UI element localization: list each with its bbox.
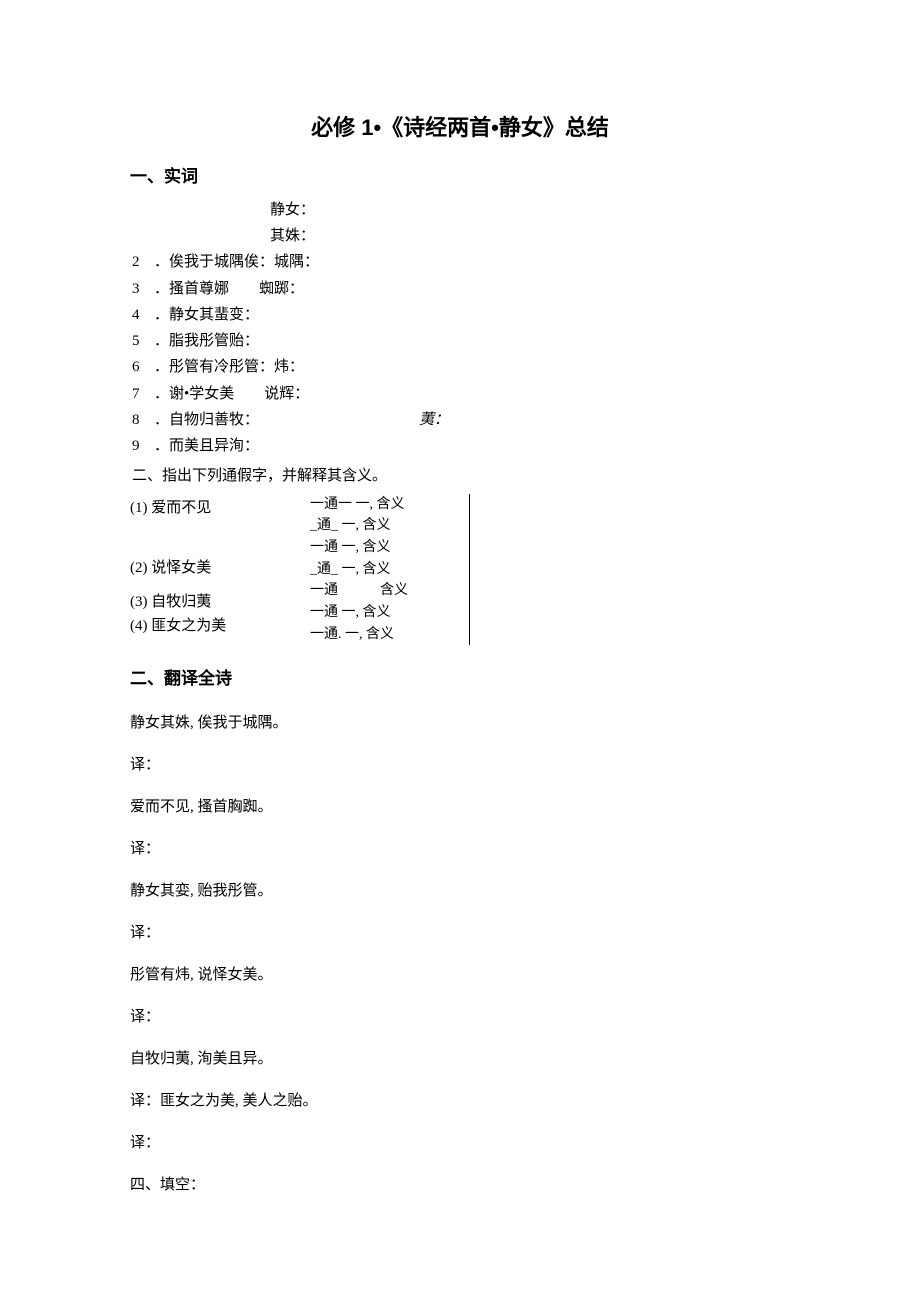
poem-line-1: 静女其姝, 俟我于城隅。	[130, 711, 790, 735]
tj-blank-2: _通_ 一, 含义	[310, 515, 463, 537]
tj-blank-1: 一通一 一, 含义	[310, 494, 463, 516]
item-9: 9．而美且异洵：	[132, 433, 790, 459]
tj-blank-6: 一通 一, 含义	[310, 602, 463, 624]
trans-label-2: 译：	[130, 837, 790, 861]
tj-item-2: (2) 说怿女美	[130, 542, 310, 590]
poem-line-2: 爱而不见, 搔首胸踟。	[130, 795, 790, 819]
poem-line-5: 自牧归荑, 洵美且异。	[130, 1047, 790, 1071]
tongjia-right-col: 一通一 一, 含义 _通_ 一, 含义 一通 一, 含义 _通_ 一, 含义 一…	[310, 494, 470, 646]
tj-item-4: (4) 匪女之为美	[130, 614, 310, 638]
item-5: 5．脂我彤管贻：	[132, 328, 790, 354]
item-3: 3．搔首尊娜 蜘踯：	[132, 276, 790, 302]
section-1-head: 一、实词	[130, 163, 790, 190]
tj-item-3: (3) 自牧归荑	[130, 590, 310, 614]
item-2: 2．俟我于城隅俟：城隅：	[132, 249, 790, 275]
page-title: 必修 1•《诗经两首•静女》总结	[130, 110, 790, 145]
poem-line-4: 彤管有炜, 说怿女美。	[130, 963, 790, 987]
trans-label-1: 译：	[130, 753, 790, 777]
tongjia-block: (1) 爱而不见 (2) 说怿女美 (3) 自牧归荑 (4) 匪女之为美 一通一…	[130, 494, 790, 646]
poem-line-3: 静女其娈, 贻我彤管。	[130, 879, 790, 903]
tongjia-subhead: 二、指出下列通假字，并解释其含义。	[132, 463, 790, 489]
italic-note: 荑：	[419, 407, 449, 433]
fill-blank-head: 四、填空：	[130, 1173, 790, 1197]
trans-label-5: 译：匪女之为美, 美人之贻。	[130, 1089, 790, 1113]
tj-blank-5: 一通 含义	[310, 580, 463, 602]
item-6: 6．彤管有冷彤管：炜：	[132, 354, 790, 380]
tj-blank-4: _通_ 一, 含义	[310, 559, 463, 581]
tj-blank-3: 一通 一, 含义	[310, 537, 463, 559]
tj-item-1: (1) 爱而不见	[130, 494, 310, 542]
tongjia-left-col: (1) 爱而不见 (2) 说怿女美 (3) 自牧归荑 (4) 匪女之为美	[130, 494, 310, 646]
trans-label-6: 译：	[130, 1131, 790, 1155]
item-7: 7．谢•学女美 说辉：	[132, 381, 790, 407]
def-jingnv: 静女：	[270, 198, 790, 224]
section-2-head: 二、翻译全诗	[130, 665, 790, 692]
def-qishu: 其姝：	[270, 224, 790, 250]
trans-label-4: 译：	[130, 1005, 790, 1029]
trans-label-3: 译：	[130, 921, 790, 945]
item-8: 8．自物归善牧：荑：	[132, 407, 790, 433]
indent-defs: 静女： 其姝：	[270, 198, 790, 249]
item-4: 4．静女其蜚变：	[132, 302, 790, 328]
tj-blank-7: 一通. 一, 含义	[310, 624, 463, 646]
